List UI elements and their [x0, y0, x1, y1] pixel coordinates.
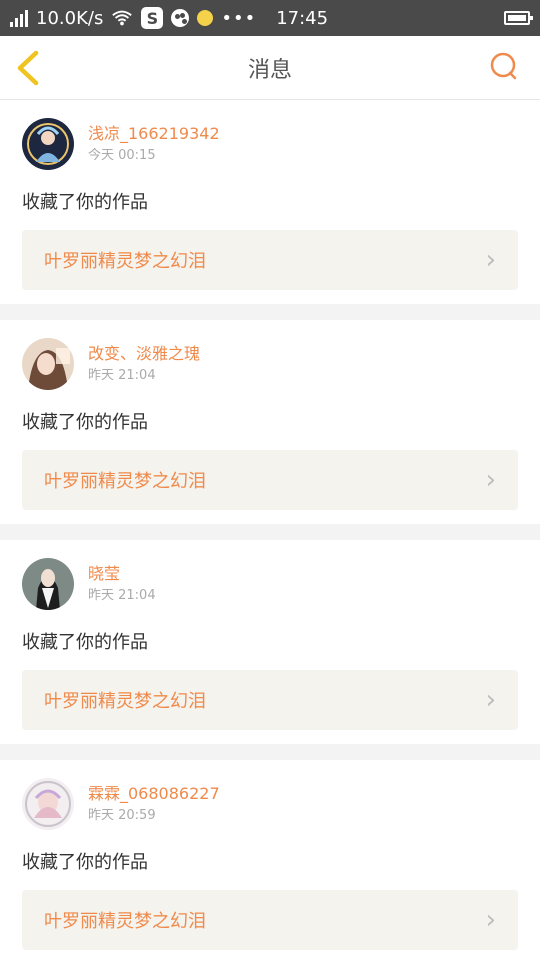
work-link[interactable]: 叶罗丽精灵梦之幻泪 › [22, 890, 518, 950]
user-info: 改变、淡雅之瑰 昨天 21:04 [88, 343, 200, 385]
status-bar: 10.0K/s S ••• 17:45 [0, 0, 540, 36]
wifi-icon [112, 10, 133, 26]
chevron-right-icon: › [485, 685, 496, 715]
chevron-left-icon[interactable] [14, 50, 42, 86]
user-info: 晓莹 昨天 21:04 [88, 563, 156, 605]
network-speed: 10.0K/s [36, 7, 104, 29]
signal-icon [10, 9, 28, 27]
action-text: 收藏了你的作品 [22, 632, 148, 653]
chevron-right-icon: › [485, 245, 496, 275]
status-left: 10.0K/s S ••• [10, 7, 256, 29]
message-card: 改变、淡雅之瑰 昨天 21:04 收藏了你的作品 叶罗丽精灵梦之幻泪 › [0, 320, 540, 524]
timestamp: 昨天 20:59 [88, 808, 156, 823]
timestamp: 昨天 21:04 [88, 368, 156, 383]
message-card: 霖霖_068086227 昨天 20:59 收藏了你的作品 叶罗丽精灵梦之幻泪 … [0, 760, 540, 964]
more-dots-icon: ••• [221, 7, 257, 29]
action-text: 收藏了你的作品 [22, 852, 148, 873]
status-right [504, 11, 533, 25]
message-card: 浅凉_166219342 今天 00:15 收藏了你的作品 叶罗丽精灵梦之幻泪 … [0, 100, 540, 304]
nav-bar: 消息 [0, 36, 540, 100]
message-header: 浅凉_166219342 今天 00:15 [22, 118, 518, 170]
message-header: 霖霖_068086227 昨天 20:59 [22, 778, 518, 830]
search-icon[interactable] [490, 52, 518, 80]
avatar[interactable] [22, 118, 74, 170]
work-link[interactable]: 叶罗丽精灵梦之幻泪 › [22, 670, 518, 730]
avatar[interactable] [22, 778, 74, 830]
avatar[interactable] [22, 558, 74, 610]
username[interactable]: 改变、淡雅之瑰 [88, 343, 200, 365]
username[interactable]: 晓莹 [88, 563, 156, 585]
action-text: 收藏了你的作品 [22, 412, 148, 433]
palette-icon [171, 9, 190, 27]
yellow-dot-icon [197, 10, 214, 26]
s-app-icon: S [141, 7, 164, 29]
timestamp: 昨天 21:04 [88, 588, 156, 603]
message-list: 浅凉_166219342 今天 00:15 收藏了你的作品 叶罗丽精灵梦之幻泪 … [0, 100, 540, 964]
username[interactable]: 霖霖_068086227 [88, 783, 220, 805]
user-info: 霖霖_068086227 昨天 20:59 [88, 783, 220, 825]
avatar[interactable] [22, 338, 74, 390]
user-info: 浅凉_166219342 今天 00:15 [88, 123, 220, 165]
action-text: 收藏了你的作品 [22, 192, 148, 213]
work-title: 叶罗丽精灵梦之幻泪 [44, 911, 206, 932]
chevron-right-icon: › [485, 465, 496, 495]
status-time: 17:45 [276, 7, 329, 29]
message-header: 晓莹 昨天 21:04 [22, 558, 518, 610]
work-link[interactable]: 叶罗丽精灵梦之幻泪 › [22, 450, 518, 510]
battery-icon [504, 11, 533, 25]
username[interactable]: 浅凉_166219342 [88, 123, 220, 145]
chevron-right-icon: › [485, 905, 496, 935]
work-title: 叶罗丽精灵梦之幻泪 [44, 691, 206, 712]
work-link[interactable]: 叶罗丽精灵梦之幻泪 › [22, 230, 518, 290]
message-header: 改变、淡雅之瑰 昨天 21:04 [22, 338, 518, 390]
message-card: 晓莹 昨天 21:04 收藏了你的作品 叶罗丽精灵梦之幻泪 › [0, 540, 540, 744]
timestamp: 今天 00:15 [88, 148, 156, 163]
work-title: 叶罗丽精灵梦之幻泪 [44, 471, 206, 492]
page-title: 消息 [247, 57, 292, 83]
work-title: 叶罗丽精灵梦之幻泪 [44, 251, 206, 272]
